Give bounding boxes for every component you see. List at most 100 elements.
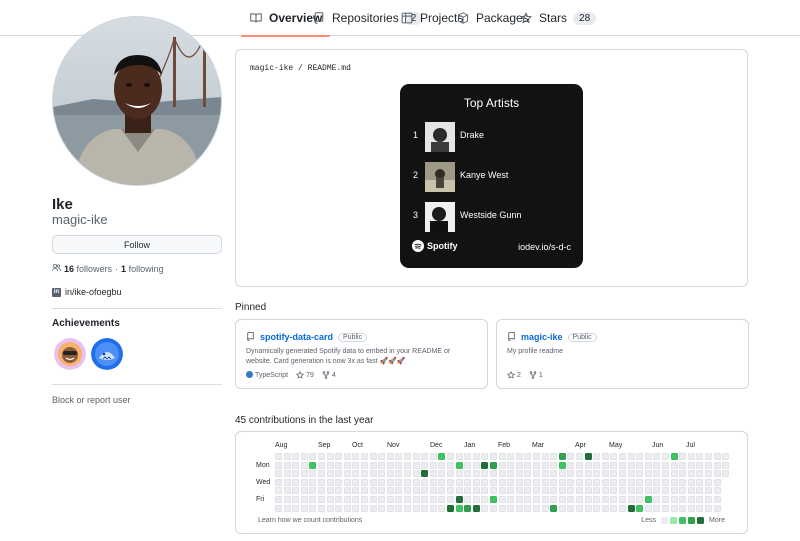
- contribution-day[interactable]: [696, 461, 704, 469]
- contribution-day[interactable]: [533, 461, 540, 469]
- contribution-day[interactable]: [481, 478, 489, 486]
- contribution-day[interactable]: [472, 453, 480, 460]
- contribution-day[interactable]: [601, 496, 609, 503]
- contribution-day[interactable]: [619, 504, 626, 512]
- contribution-day[interactable]: [679, 453, 687, 460]
- contribution-day[interactable]: [662, 461, 669, 469]
- contribution-day[interactable]: [283, 496, 291, 503]
- contribution-day[interactable]: [584, 470, 592, 478]
- contribution-day[interactable]: [550, 478, 558, 486]
- contribution-day[interactable]: [490, 470, 497, 478]
- contribution-day[interactable]: [335, 453, 343, 460]
- contribution-day[interactable]: [429, 478, 437, 486]
- following-link[interactable]: 1 following: [121, 264, 164, 274]
- contribution-day[interactable]: [636, 453, 644, 460]
- contribution-day[interactable]: [404, 478, 411, 486]
- contribution-day[interactable]: [653, 470, 661, 478]
- contribution-day[interactable]: [627, 496, 635, 503]
- contribution-day[interactable]: [636, 470, 644, 478]
- contribution-day[interactable]: [653, 496, 661, 503]
- contribution-day[interactable]: [653, 478, 661, 486]
- contribution-day[interactable]: [490, 504, 497, 512]
- contribution-day[interactable]: [593, 496, 601, 503]
- contribution-day[interactable]: [515, 487, 523, 495]
- contribution-day[interactable]: [490, 453, 497, 460]
- contribution-day[interactable]: [335, 461, 343, 469]
- contribution-day[interactable]: [455, 487, 463, 495]
- contribution-day[interactable]: [386, 504, 394, 512]
- contribution-day[interactable]: [395, 461, 403, 469]
- contribution-day[interactable]: [464, 487, 472, 495]
- contribution-day[interactable]: [670, 496, 678, 503]
- follow-button[interactable]: Follow: [52, 235, 222, 254]
- contribution-day[interactable]: [309, 470, 317, 478]
- contribution-day[interactable]: [292, 453, 300, 460]
- contribution-day[interactable]: [653, 461, 661, 469]
- contribution-day[interactable]: [438, 496, 446, 503]
- contribution-day[interactable]: [576, 470, 583, 478]
- contribution-day[interactable]: [705, 453, 712, 460]
- contribution-day[interactable]: [610, 504, 618, 512]
- contribution-day[interactable]: [567, 461, 575, 469]
- contribution-day[interactable]: [447, 504, 454, 512]
- contribution-day[interactable]: [507, 478, 515, 486]
- contribution-day[interactable]: [627, 461, 635, 469]
- contribution-day[interactable]: [541, 470, 549, 478]
- contribution-day[interactable]: [318, 470, 325, 478]
- contribution-day[interactable]: [361, 453, 368, 460]
- contribution-day[interactable]: [283, 470, 291, 478]
- contribution-day[interactable]: [541, 496, 549, 503]
- contribution-day[interactable]: [309, 478, 317, 486]
- contribution-day[interactable]: [378, 496, 386, 503]
- contribution-day[interactable]: [490, 478, 497, 486]
- contribution-day[interactable]: [300, 487, 308, 495]
- contribution-day[interactable]: [636, 461, 644, 469]
- contribution-day[interactable]: [421, 496, 429, 503]
- contribution-day[interactable]: [722, 453, 730, 460]
- contribution-day[interactable]: [644, 478, 652, 486]
- contribution-day[interactable]: [275, 453, 282, 460]
- contribution-day[interactable]: [507, 487, 515, 495]
- contribution-day[interactable]: [283, 478, 291, 486]
- contribution-day[interactable]: [593, 470, 601, 478]
- repo-stars-link[interactable]: 79: [296, 371, 314, 379]
- contribution-day[interactable]: [687, 478, 695, 486]
- contribution-day[interactable]: [447, 478, 454, 486]
- contribution-day[interactable]: [481, 461, 489, 469]
- contribution-day[interactable]: [275, 470, 282, 478]
- contribution-day[interactable]: [326, 470, 334, 478]
- pinned-repo-link[interactable]: spotify-data-card: [260, 332, 333, 342]
- block-report-link[interactable]: Block or report user: [52, 395, 131, 405]
- contribution-day[interactable]: [472, 504, 480, 512]
- contribution-day[interactable]: [644, 470, 652, 478]
- contribution-day[interactable]: [369, 470, 377, 478]
- contribution-day[interactable]: [438, 461, 446, 469]
- contribution-day[interactable]: [395, 453, 403, 460]
- contribution-day[interactable]: [326, 496, 334, 503]
- contribution-day[interactable]: [713, 496, 721, 503]
- contribution-day[interactable]: [507, 461, 515, 469]
- contribution-day[interactable]: [601, 470, 609, 478]
- contribution-day[interactable]: [584, 478, 592, 486]
- contribution-day[interactable]: [455, 496, 463, 503]
- contribution-day[interactable]: [619, 478, 626, 486]
- contribution-day[interactable]: [378, 504, 386, 512]
- contribution-day[interactable]: [507, 504, 515, 512]
- contribution-day[interactable]: [593, 504, 601, 512]
- contribution-day[interactable]: [619, 496, 626, 503]
- contribution-day[interactable]: [662, 504, 669, 512]
- contribution-day[interactable]: [679, 487, 687, 495]
- repo-forks-link[interactable]: 1: [529, 371, 543, 379]
- contribution-day[interactable]: [335, 504, 343, 512]
- contribution-day[interactable]: [472, 470, 480, 478]
- contribution-day[interactable]: [558, 470, 566, 478]
- contribution-day[interactable]: [378, 461, 386, 469]
- contribution-day[interactable]: [696, 470, 704, 478]
- contribution-day[interactable]: [472, 496, 480, 503]
- contribution-day[interactable]: [300, 478, 308, 486]
- contribution-day[interactable]: [653, 453, 661, 460]
- contribution-day[interactable]: [343, 487, 351, 495]
- contribution-day[interactable]: [636, 478, 644, 486]
- contribution-day[interactable]: [326, 478, 334, 486]
- contribution-day[interactable]: [584, 453, 592, 460]
